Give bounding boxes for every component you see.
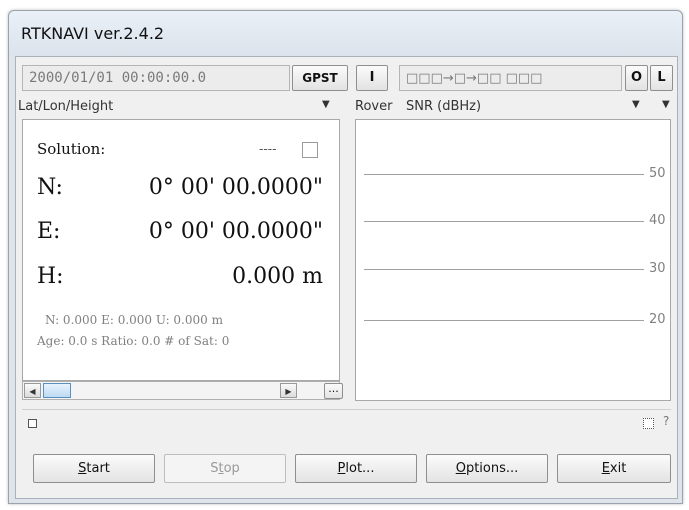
input-stream-button[interactable]: I xyxy=(356,65,388,91)
y-tick-label: 40 xyxy=(649,213,666,228)
grid-line xyxy=(364,221,644,222)
grid-line xyxy=(364,174,644,175)
title-bar[interactable]: RTKNAVI ver.2.4.2 xyxy=(9,11,682,55)
snr-select-value: SNR (dBHz) xyxy=(406,99,482,114)
output-stream-button[interactable]: O xyxy=(625,65,648,91)
neu-line: N: 0.000 E: 0.000 U: 0.000 m xyxy=(45,313,223,327)
chevron-down-icon: ▼ xyxy=(632,99,640,110)
solution-status: ---- xyxy=(259,142,277,157)
y-tick-label: 30 xyxy=(649,261,666,276)
start-label: tart xyxy=(86,461,110,476)
n-label: N: xyxy=(37,175,63,200)
status-indicator-icon xyxy=(28,419,37,428)
e-label: E: xyxy=(37,219,61,244)
grid-line xyxy=(364,320,644,321)
exit-accel: E xyxy=(601,461,610,476)
scroll-right-icon[interactable]: ▶ xyxy=(280,383,297,398)
options-button[interactable]: Options... xyxy=(426,454,548,483)
snr-plot: 50 40 30 20 xyxy=(355,119,671,401)
y-tick-label: 50 xyxy=(649,166,666,181)
h-value: 0.000 m xyxy=(232,264,323,289)
stream-status-text: □□□→□→□□ □□□ xyxy=(406,71,543,86)
stop-label-b: op xyxy=(223,461,240,476)
y-tick-label: 20 xyxy=(649,312,666,327)
status-bar: ? xyxy=(22,409,671,434)
panel-toggle-icon[interactable] xyxy=(643,418,654,429)
solution-format-select[interactable]: Lat/Lon/Height ▼ xyxy=(18,99,338,119)
time-display: 2000/01/01 00:00:00.0 xyxy=(22,65,290,91)
scroll-thumb[interactable] xyxy=(43,383,71,398)
options-label: ptions... xyxy=(465,461,519,476)
horizontal-scrollbar[interactable]: ◀ ▶ xyxy=(22,381,340,400)
snr-select[interactable]: SNR (dBHz) ▼ xyxy=(406,99,656,119)
rover-select-value: Rover xyxy=(355,99,393,114)
client-area: 2000/01/01 00:00:00.0 GPST I □□□→□→□□ □□… xyxy=(15,56,678,499)
n-value: 0° 00' 00.0000" xyxy=(148,175,323,200)
plot-button[interactable]: Plot... xyxy=(295,454,417,483)
window-title: RTKNAVI ver.2.4.2 xyxy=(21,24,165,43)
exit-label: xit xyxy=(609,461,627,476)
stop-button: Stop xyxy=(164,454,286,483)
more-button[interactable]: ... xyxy=(324,383,343,399)
log-stream-button[interactable]: L xyxy=(650,65,673,91)
chevron-down-icon: ▼ xyxy=(322,99,330,110)
scroll-left-icon[interactable]: ◀ xyxy=(24,383,41,398)
e-value: 0° 00' 00.0000" xyxy=(148,219,323,244)
gpst-button[interactable]: GPST xyxy=(292,65,348,91)
exit-button[interactable]: Exit xyxy=(557,454,671,483)
plot-label: lot... xyxy=(345,461,375,476)
chevron-down-icon: ▼ xyxy=(662,99,670,110)
solution-format-value: Lat/Lon/Height xyxy=(18,99,114,114)
h-label: H: xyxy=(37,264,64,289)
help-icon[interactable]: ? xyxy=(663,414,669,428)
grid-line xyxy=(364,269,644,270)
start-button[interactable]: Start xyxy=(33,454,155,483)
options-accel: O xyxy=(455,461,466,476)
age-line: Age: 0.0 s Ratio: 0.0 # of Sat: 0 xyxy=(37,334,230,348)
solution-label: Solution: xyxy=(37,140,106,158)
solution-panel: Solution: ---- N: 0° 00' 00.0000" E: 0° … xyxy=(22,119,340,381)
time-text: 2000/01/01 00:00:00.0 xyxy=(29,70,207,86)
solution-status-box xyxy=(302,142,318,158)
stream-status: □□□→□→□□ □□□ xyxy=(399,65,622,91)
rtknavi-window: RTKNAVI ver.2.4.2 2000/01/01 00:00:00.0 … xyxy=(8,10,683,504)
